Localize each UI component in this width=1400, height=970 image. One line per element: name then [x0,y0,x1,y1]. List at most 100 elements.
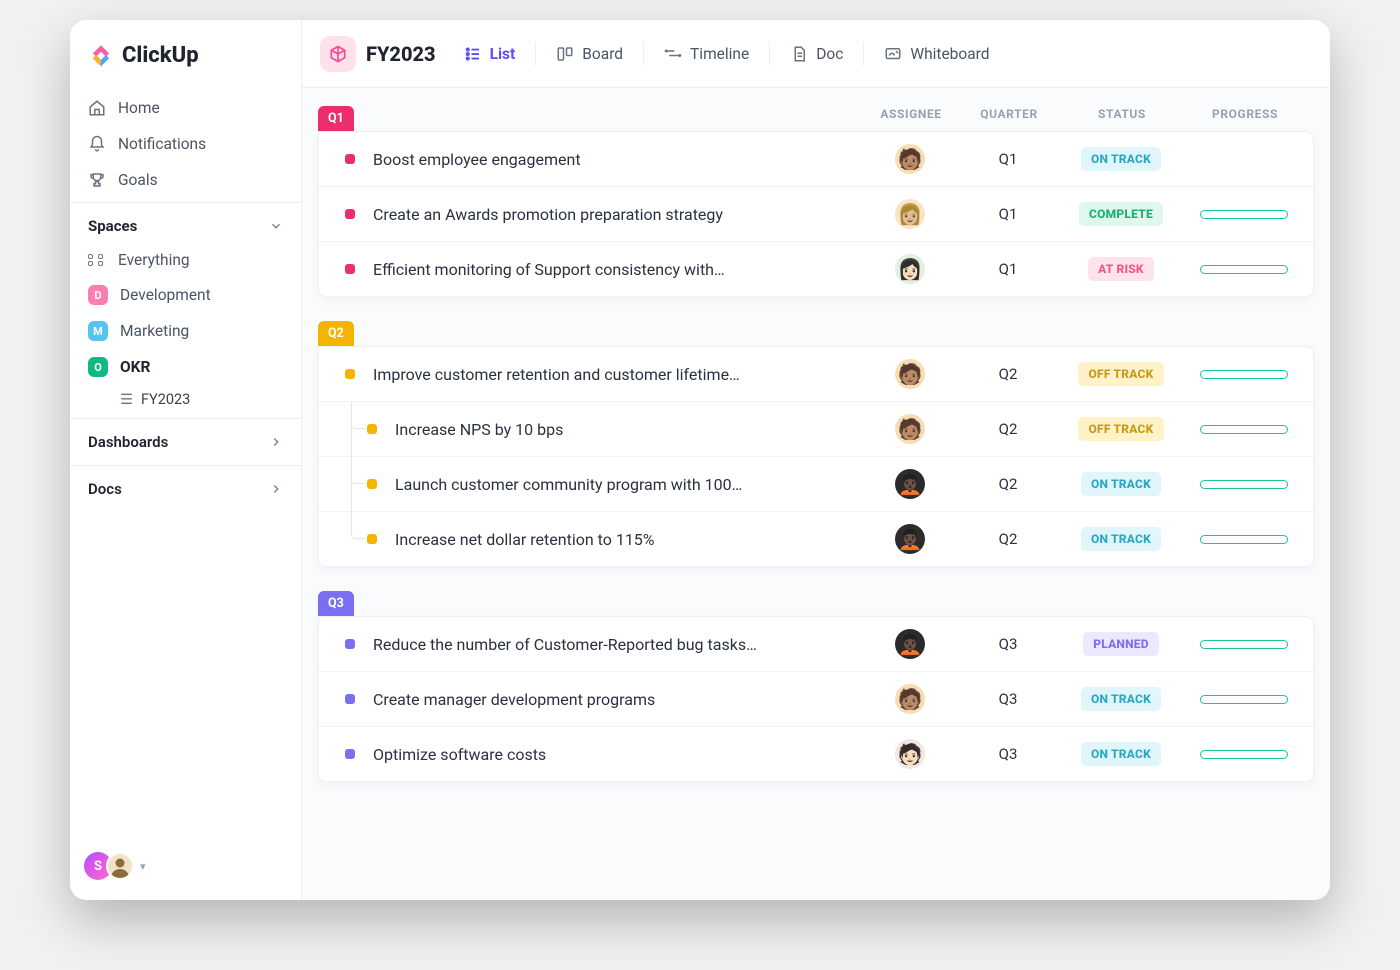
space-sub-label: FY2023 [141,391,190,408]
nav-home[interactable]: Home [70,90,301,126]
spaces-header[interactable]: Spaces [70,202,301,243]
view-tab-doc[interactable]: Doc [778,38,855,70]
status-cell[interactable]: OFF TRACK [1061,362,1181,386]
group-badge-q2[interactable]: Q2 [318,321,354,346]
user-avatar-photo [106,852,134,880]
status-pill: ON TRACK [1081,742,1161,766]
group-label: Docs [88,480,122,498]
col-status: STATUS [1062,107,1182,121]
status-pill: PLANNED [1083,632,1159,656]
quarter-cell[interactable]: Q1 [963,205,1053,223]
status-bullet [345,369,355,379]
task-row[interactable]: Optimize software costs🧑🏻Q3ON TRACK [319,727,1313,781]
sidebar-space-okr[interactable]: OOKR [70,349,301,385]
status-cell[interactable]: COMPLETE [1061,202,1181,226]
sidebar-item-everything[interactable]: Everything [70,243,301,277]
assignee-cell[interactable]: 🧑🏿‍🦱 [865,469,955,499]
progress-cell[interactable] [1189,480,1299,489]
group-badge-q3[interactable]: Q3 [318,591,354,616]
avatar: 🧑🏽 [895,414,925,444]
col-progress: PROGRESS [1190,107,1300,121]
assignee-cell[interactable]: 🧑🏽 [865,414,955,444]
nav-goals[interactable]: Goals [70,162,301,198]
task-row[interactable]: Increase NPS by 10 bps🧑🏽Q2OFF TRACK [319,402,1313,457]
nav-notifications[interactable]: Notifications [70,126,301,162]
brand-name: ClickUp [122,43,199,68]
assignee-cell[interactable]: 🧑🏻 [865,739,955,769]
tree-elbow [351,512,365,539]
status-pill: ON TRACK [1081,687,1161,711]
progress-cell[interactable] [1189,370,1299,379]
sidebar-group-dashboards[interactable]: Dashboards [70,418,301,465]
assignee-cell[interactable]: 👩🏼 [865,199,955,229]
task-title: Reduce the number of Customer-Reported b… [373,635,857,654]
assignee-cell[interactable]: 🧑🏿‍🦱 [865,629,955,659]
quarter-cell[interactable]: Q3 [963,690,1053,708]
list-icon [464,45,482,63]
assignee-cell[interactable]: 🧑🏿‍🦱 [865,524,955,554]
view-tab-board[interactable]: Board [544,38,635,70]
view-tab-list[interactable]: List [452,38,528,70]
quarter-cell[interactable]: Q2 [963,365,1053,383]
sidebar-space-sub-fy2023[interactable]: ☰FY2023 [70,385,301,418]
quarter-cell[interactable]: Q3 [963,745,1053,763]
view-tab-label: Board [582,45,623,63]
separator [643,42,644,66]
status-cell[interactable]: ON TRACK [1061,147,1181,171]
brand: ClickUp [70,34,301,86]
task-title: Create manager development programs [373,690,857,709]
progress-cell[interactable] [1189,750,1299,759]
avatar: 🧑🏿‍🦱 [895,629,925,659]
task-row[interactable]: Create an Awards promotion preparation s… [319,187,1313,242]
quarter-cell[interactable]: Q2 [963,475,1053,493]
avatar: 👩🏼 [895,199,925,229]
quarter-cell[interactable]: Q1 [963,260,1053,278]
progress-cell[interactable] [1189,210,1299,219]
assignee-cell[interactable]: 🧑🏽 [865,144,955,174]
progress-cell[interactable] [1189,695,1299,704]
status-cell[interactable]: OFF TRACK [1061,417,1181,441]
quarter-cell[interactable]: Q3 [963,635,1053,653]
status-cell[interactable]: AT RISK [1061,257,1181,281]
sidebar-group-docs[interactable]: Docs [70,465,301,512]
task-row[interactable]: Launch customer community program with 1… [319,457,1313,512]
chevron-right-icon [269,435,283,449]
progress-cell[interactable] [1189,640,1299,649]
task-row[interactable]: Create manager development programs 🧑🏽 Q3 O… [319,672,1313,727]
task-row[interactable]: Efficient monitoring of Support consiste… [319,242,1313,296]
task-row[interactable]: Improve customer retention and customer … [319,347,1313,402]
progress-cell[interactable] [1189,425,1299,434]
progress-cell[interactable] [1189,265,1299,274]
group-badge-q1[interactable]: Q1 [318,106,354,131]
status-cell[interactable]: ON TRACK [1061,527,1181,551]
progress-cell[interactable] [1189,535,1299,544]
sidebar-space-development[interactable]: DDevelopment [70,277,301,313]
status-cell[interactable]: ON TRACK [1061,742,1181,766]
task-row[interactable]: Reduce the number of Customer-Reported b… [319,617,1313,672]
sidebar-footer[interactable]: S ▾ [70,842,301,890]
view-tab-timeline[interactable]: Timeline [652,38,761,70]
status-bullet [367,424,377,434]
tree-elbow [351,402,365,429]
timeline-icon [664,45,682,63]
progress-bar [1200,640,1288,649]
sidebar-space-marketing[interactable]: MMarketing [70,313,301,349]
task-row[interactable]: Boost employee engagement🧑🏽Q1ON TRACK [319,132,1313,187]
assignee-cell[interactable]: 🧑🏽 [865,684,955,714]
avatar: 🧑🏿‍🦱 [895,524,925,554]
progress-bar [1200,210,1288,219]
quarter-cell[interactable]: Q1 [963,150,1053,168]
trophy-icon [88,171,106,189]
separator [769,42,770,66]
space-badge: M [88,321,108,341]
view-tab-whiteboard[interactable]: Whiteboard [872,38,1001,70]
task-row[interactable]: Increase net dollar retention to 115%🧑🏿‍… [319,512,1313,566]
quarter-cell[interactable]: Q2 [963,420,1053,438]
quarter-cell[interactable]: Q2 [963,530,1053,548]
status-cell[interactable]: ON TRACK [1061,687,1181,711]
status-cell[interactable]: PLANNED [1061,632,1181,656]
assignee-cell[interactable]: 🧑🏽 [865,359,955,389]
status-cell[interactable]: ON TRACK [1061,472,1181,496]
assignee-cell[interactable]: 👩🏻 [865,254,955,284]
group-card-q2: Improve customer retention and customer … [318,346,1314,567]
